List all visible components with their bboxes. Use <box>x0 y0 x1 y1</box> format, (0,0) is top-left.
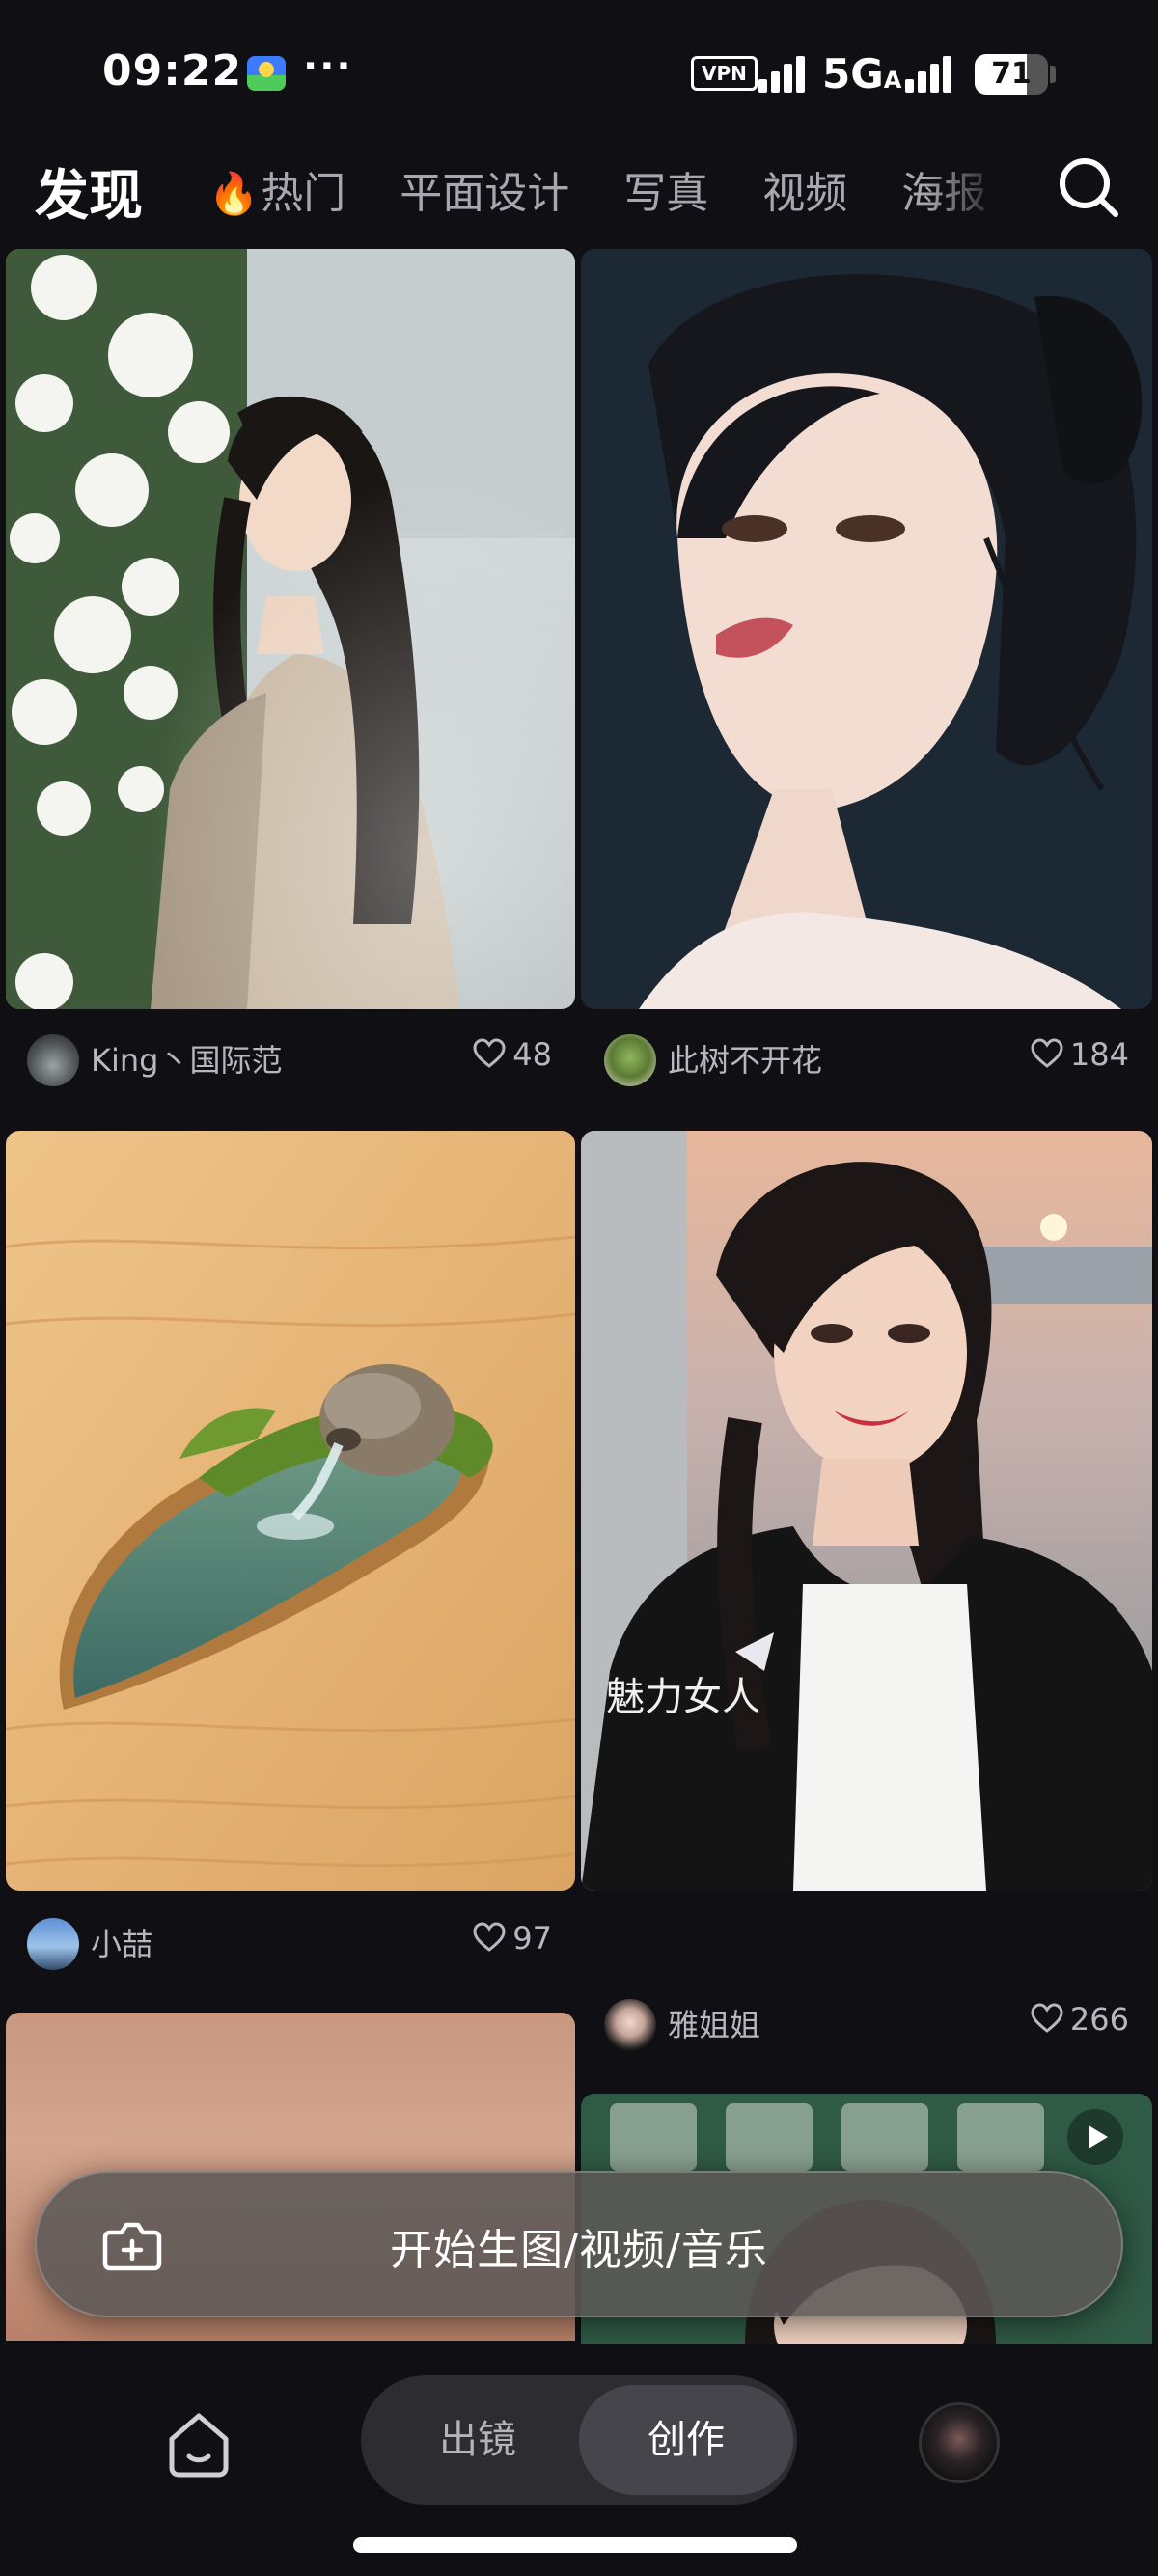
author-name[interactable]: 此树不开花 <box>668 1036 822 1081</box>
more-notifications-icon: ··· <box>303 44 353 89</box>
home-icon[interactable] <box>162 2408 235 2481</box>
fire-icon: 🔥 <box>208 170 260 217</box>
heart-icon <box>473 1038 506 1068</box>
author-name[interactable]: 雅姐姐 <box>668 2001 760 2045</box>
signal-strength-icon-2 <box>905 54 959 93</box>
home-indicator[interactable] <box>353 2537 797 2553</box>
feed-image-2[interactable] <box>581 249 1152 1009</box>
feed-image-1[interactable] <box>6 249 575 1009</box>
tab-hot[interactable]: 🔥热门 <box>208 160 345 228</box>
battery-icon: 71 <box>975 54 1048 95</box>
card-meta-4: 雅姐姐 266 <box>604 1987 1129 2055</box>
status-bar: 09:22 ··· VPN 5GA 71 <box>0 0 1158 145</box>
create-button[interactable]: 开始生图/视频/音乐 <box>35 2171 1123 2317</box>
avatar[interactable] <box>27 1918 79 1970</box>
like-count[interactable]: 48 <box>472 1036 552 1073</box>
like-count[interactable]: 97 <box>472 1920 552 1957</box>
tab-create[interactable]: 创作 <box>579 2385 793 2495</box>
tab-graphic-design[interactable]: 平面设计 <box>400 160 569 228</box>
heart-icon <box>1031 1038 1063 1068</box>
avatar[interactable] <box>604 1034 656 1086</box>
video-play-icon[interactable] <box>1067 2109 1123 2165</box>
desert-oasis-image <box>6 1131 575 1891</box>
tab-portrait[interactable]: 写真 <box>623 160 708 228</box>
notification-app-icon <box>247 56 286 91</box>
tab-appear[interactable]: 出镜 <box>371 2385 585 2495</box>
search-icon[interactable] <box>1054 152 1123 222</box>
card-meta-2: 此树不开花 184 <box>604 1023 1129 1090</box>
author-name[interactable]: King丶国际范 <box>91 1036 282 1081</box>
heart-icon <box>1031 2003 1063 2033</box>
card-title[interactable]: 魅力女人 <box>606 1665 760 1721</box>
heart-icon <box>473 1922 506 1952</box>
page-title[interactable]: 发现 <box>35 152 143 231</box>
author-name[interactable]: 小喆 <box>91 1920 152 1964</box>
profile-avatar[interactable] <box>919 2402 1000 2483</box>
portrait-roses-image <box>6 249 575 1009</box>
card-meta-3: 小喆 97 <box>27 1906 552 1974</box>
status-time: 09:22 <box>102 46 243 96</box>
like-count[interactable]: 184 <box>1030 1036 1129 1073</box>
card-meta-1: King丶国际范 48 <box>27 1023 552 1090</box>
category-tabs: 🔥热门平面设计写真视频海报 <box>208 160 1009 228</box>
feed-image-3[interactable] <box>6 1131 575 1891</box>
portrait-dark-image <box>581 249 1152 1009</box>
vpn-badge: VPN <box>691 56 758 91</box>
tabs-fade <box>926 145 1013 241</box>
mode-switch: 出镜 创作 <box>361 2375 797 2505</box>
feed-image-4[interactable] <box>581 1131 1152 1891</box>
avatar[interactable] <box>604 1999 656 2051</box>
network-type: 5GA <box>822 50 902 97</box>
tab-video[interactable]: 视频 <box>762 160 847 228</box>
signal-strength-icon <box>758 54 813 93</box>
like-count[interactable]: 266 <box>1030 2001 1129 2038</box>
battery-cap <box>1050 66 1056 83</box>
battery-percent: 71 <box>991 57 1032 91</box>
portrait-braid-image <box>581 1131 1152 1891</box>
avatar[interactable] <box>27 1034 79 1086</box>
create-label: 开始生图/视频/音乐 <box>390 2226 768 2275</box>
